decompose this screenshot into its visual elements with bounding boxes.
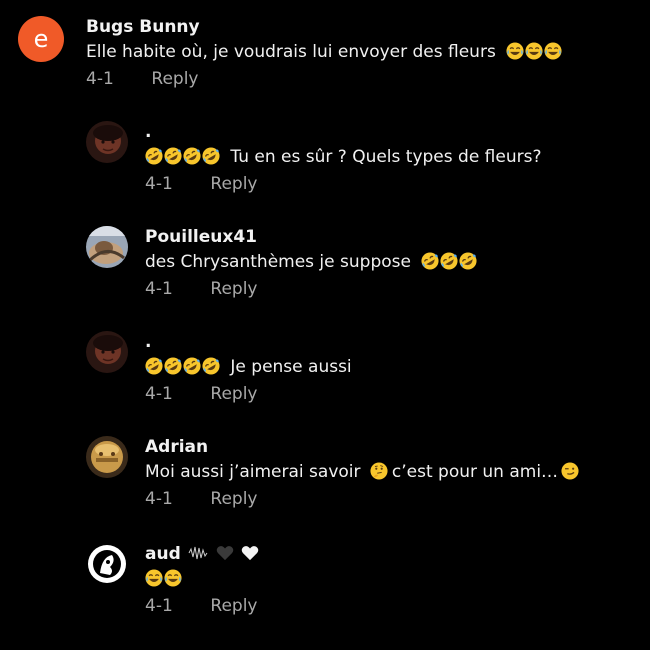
comment-meta: 4-1 Reply (145, 278, 478, 300)
rolling-on-floor-laughing-icon (164, 357, 182, 375)
comment-body: aud 4-1 Reply (145, 543, 259, 617)
username[interactable]: Pouilleux41 (145, 226, 478, 248)
rolling-on-floor-laughing-icon (164, 147, 182, 165)
comment-text: Moi aussi j’aimerai savoir (145, 462, 361, 482)
smirking-face-icon (561, 462, 579, 480)
user-photo-icon (86, 226, 128, 268)
face-with-tears-of-joy-icon (506, 42, 524, 60)
comment-text: Elle habite où, je voudrais lui envoyer … (86, 42, 496, 62)
comment-date: 4-1 (145, 596, 173, 616)
comment-text-line: Tu en es sûr ? Quels types de fleurs? (145, 146, 542, 168)
face-with-tears-of-joy-icon (164, 569, 182, 587)
comment-text: c’est pour un ami… (391, 462, 559, 482)
comment-date: 4-1 (145, 174, 173, 194)
comment-body: . Je pense aussi 4-1 Reply (145, 331, 352, 405)
comment-meta: 4-1 Reply (145, 173, 542, 195)
white-heart-icon (241, 546, 258, 561)
reply-button[interactable]: Reply (210, 174, 257, 194)
comment-text: des Chrysanthèmes je suppose (145, 252, 411, 272)
username[interactable]: Adrian (145, 436, 580, 458)
waveform-glyph-icon (188, 546, 208, 560)
rolling-on-floor-laughing-icon (202, 147, 220, 165)
avatar[interactable]: e (18, 16, 64, 62)
comment-body: . Tu en es sûr ? Quels types de fleurs? … (145, 121, 542, 195)
user-photo-icon (86, 121, 128, 163)
comment-meta: 4-1 Reply (145, 383, 352, 405)
comment-date: 4-1 (145, 489, 173, 509)
rolling-on-floor-laughing-icon (183, 357, 201, 375)
comment-thread: e Bugs Bunny Elle habite où, je voudrais… (0, 0, 650, 650)
username[interactable]: . (145, 331, 352, 353)
comment-date: 4-1 (145, 279, 173, 299)
comment-body: Adrian Moi aussi j’aimerai savoir c’est … (145, 436, 580, 510)
username[interactable]: . (145, 121, 542, 143)
avatar[interactable] (86, 543, 128, 585)
comment-meta: 4-1 Reply (86, 68, 563, 90)
rolling-on-floor-laughing-icon (421, 252, 439, 270)
thinking-face-icon (370, 462, 388, 480)
reply-button[interactable]: Reply (210, 279, 257, 299)
rolling-on-floor-laughing-icon (459, 252, 477, 270)
user-photo-icon (86, 543, 128, 585)
face-with-tears-of-joy-icon (525, 42, 543, 60)
comment-date: 4-1 (86, 69, 114, 89)
comment-text: Tu en es sûr ? Quels types de fleurs? (230, 147, 542, 167)
avatar[interactable] (86, 226, 128, 268)
avatar[interactable] (86, 436, 128, 478)
avatar[interactable] (86, 331, 128, 373)
comment-body: Bugs Bunny Elle habite où, je voudrais l… (86, 16, 563, 90)
username-line: aud (145, 543, 259, 565)
rolling-on-floor-laughing-icon (145, 357, 163, 375)
user-photo-icon (86, 331, 128, 373)
black-heart-icon (216, 546, 233, 561)
comment-text-line: des Chrysanthèmes je suppose (145, 251, 478, 273)
comment-body: Pouilleux41 des Chrysanthèmes je suppose… (145, 226, 478, 300)
avatar-letter: e (18, 16, 64, 62)
comment-meta: 4-1 Reply (145, 595, 259, 617)
face-with-tears-of-joy-icon (145, 569, 163, 587)
rolling-on-floor-laughing-icon (145, 147, 163, 165)
username[interactable]: aud (145, 544, 181, 564)
comment-date: 4-1 (145, 384, 173, 404)
reply-button[interactable]: Reply (151, 69, 198, 89)
reply-button[interactable]: Reply (210, 384, 257, 404)
comment-text-line (145, 568, 259, 590)
rolling-on-floor-laughing-icon (202, 357, 220, 375)
avatar[interactable] (86, 121, 128, 163)
reply-button[interactable]: Reply (210, 489, 257, 509)
rolling-on-floor-laughing-icon (440, 252, 458, 270)
user-photo-icon (86, 436, 128, 478)
face-with-tears-of-joy-icon (544, 42, 562, 60)
comment-meta: 4-1 Reply (145, 488, 580, 510)
comment-text: Je pense aussi (230, 357, 352, 377)
username[interactable]: Bugs Bunny (86, 16, 563, 38)
comment-text-line: Elle habite où, je voudrais lui envoyer … (86, 41, 563, 63)
reply-button[interactable]: Reply (210, 596, 257, 616)
rolling-on-floor-laughing-icon (183, 147, 201, 165)
comment-text-line: Moi aussi j’aimerai savoir c’est pour un… (145, 461, 580, 483)
comment-text-line: Je pense aussi (145, 356, 352, 378)
